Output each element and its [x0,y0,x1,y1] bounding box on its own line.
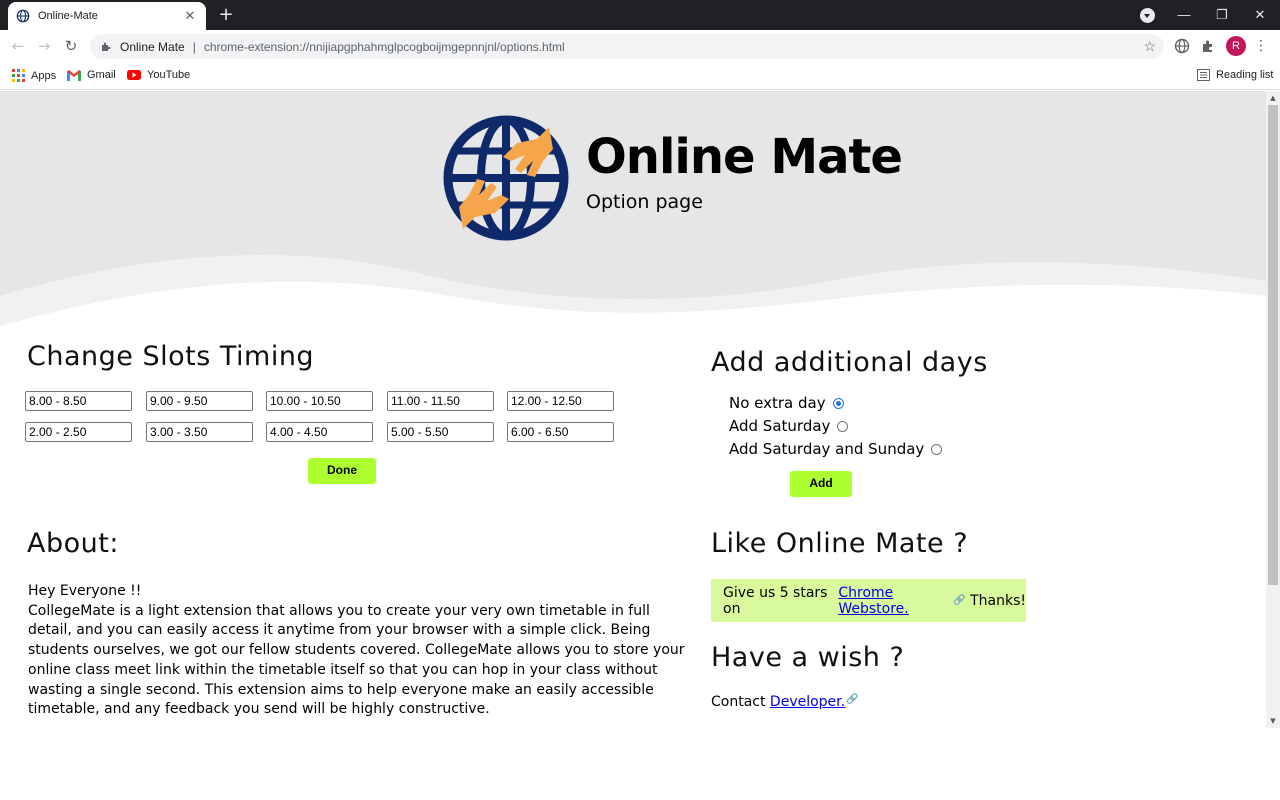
browser-toolbar: ← → ↻ Online Mate | chrome-extension://n… [0,30,1280,62]
page-title: Online Mate [586,129,903,185]
radio-button-checked[interactable] [832,397,844,409]
tab-strip: Online-Mate ✕ + — ❐ ✕ [0,0,1280,30]
rate-box: Give us 5 stars on Chrome Webstore. 🔗 Tha… [711,579,1026,622]
radio-button[interactable] [931,443,943,455]
tab-title: Online-Mate [38,10,98,22]
profile-avatar[interactable]: R [1226,36,1246,56]
page-viewport: Online Mate Option page Change Slots Tim… [0,91,1266,800]
radio-add-saturday-sunday[interactable]: Add Saturday and Sunday [729,440,943,458]
bookmark-gmail[interactable]: Gmail [67,69,116,81]
scroll-up-arrow-icon[interactable]: ▲ [1266,91,1280,105]
slot-time-input[interactable] [146,391,253,411]
url-separator: | [192,39,196,54]
contact-line: Contact Developer.🔗 [711,694,859,710]
tab-close-icon[interactable]: ✕ [182,9,198,24]
back-icon[interactable]: ← [8,36,28,56]
radio-label: Add Saturday [729,417,831,435]
wish-heading: Have a wish ? [711,642,905,673]
bookmark-label: Gmail [87,69,116,81]
page-scrollbar[interactable]: ▲ ▼ [1266,91,1280,728]
chrome-webstore-link[interactable]: Chrome Webstore. [838,585,952,617]
extension-puzzle-icon [102,42,111,51]
extensions-icon[interactable] [1200,38,1216,54]
slot-time-input[interactable] [507,422,614,442]
like-heading: Like Online Mate ? [711,528,969,559]
bookmark-youtube[interactable]: YouTube [127,69,190,81]
restore-button[interactable]: ❐ [1203,0,1241,30]
globe-favicon-icon [16,9,30,23]
about-body: CollegeMate is a light extension that al… [28,602,685,718]
slot-time-input[interactable] [146,422,253,442]
address-bar[interactable]: Online Mate | chrome-extension://nnijiap… [90,34,1164,59]
external-link-icon: 🔗 [953,595,966,606]
radio-add-saturday[interactable]: Add Saturday [729,417,849,435]
minimize-button[interactable]: — [1165,0,1203,30]
slot-time-input[interactable] [387,422,494,442]
about-heading: About: [27,528,119,559]
url-text: chrome-extension://nnijiapgphahmglpcogbo… [203,39,565,54]
reading-list-icon [1197,69,1210,81]
hero-banner: Online Mate Option page [0,91,1266,331]
reload-icon[interactable]: ↻ [61,36,81,56]
contact-prefix: Contact [711,694,766,710]
apps-grid-icon [12,69,25,82]
radio-button[interactable] [837,420,849,432]
slot-time-input[interactable] [266,391,373,411]
radio-label: No extra day [729,394,826,412]
add-days-button[interactable]: Add [790,471,852,497]
slot-time-input[interactable] [387,391,494,411]
globe-hands-logo [443,115,569,241]
scrollbar-thumb[interactable] [1268,105,1278,585]
days-heading: Add additional days [711,347,988,378]
scroll-down-arrow-icon[interactable]: ▼ [1266,714,1280,728]
page-subtitle: Option page [586,191,703,213]
rate-prefix: Give us 5 stars on [723,584,828,617]
reading-list-label: Reading list [1216,69,1274,81]
radio-no-extra-day[interactable]: No extra day [729,394,844,412]
bookmark-label: Apps [31,69,57,82]
slot-time-input[interactable] [266,422,373,442]
bookmarks-bar: Apps Gmail YouTube Reading list [0,62,1280,90]
browser-tab[interactable]: Online-Mate ✕ [8,2,206,30]
developer-link[interactable]: Developer. [770,694,845,710]
done-button[interactable]: Done [308,458,376,484]
external-link-icon: 🔗 [846,694,859,705]
radio-label: Add Saturday and Sunday [729,440,925,458]
bookmark-star-icon[interactable]: ☆ [1143,38,1156,55]
close-window-button[interactable]: ✕ [1241,0,1279,30]
slot-time-input[interactable] [25,422,132,442]
slot-time-input[interactable] [507,391,614,411]
slot-time-input[interactable] [25,391,132,411]
translate-globe-icon[interactable] [1174,38,1190,54]
bookmark-label: YouTube [147,69,191,81]
rate-suffix: Thanks! [970,592,1026,609]
about-greeting: Hey Everyone !! [28,583,142,599]
site-name: Online Mate [120,39,185,54]
about-text: Hey Everyone !! CollegeMate is a light e… [28,582,688,720]
browser-menu-icon[interactable]: ⋮ [1254,37,1268,55]
bookmark-apps[interactable]: Apps [12,69,56,82]
tab-search-icon[interactable] [1140,8,1155,23]
new-tab-button[interactable]: + [216,4,236,26]
forward-icon[interactable]: → [34,36,54,56]
gmail-icon [67,69,81,81]
slots-heading: Change Slots Timing [27,341,315,372]
youtube-icon [127,70,141,80]
reading-list-button[interactable]: Reading list [1197,69,1273,81]
